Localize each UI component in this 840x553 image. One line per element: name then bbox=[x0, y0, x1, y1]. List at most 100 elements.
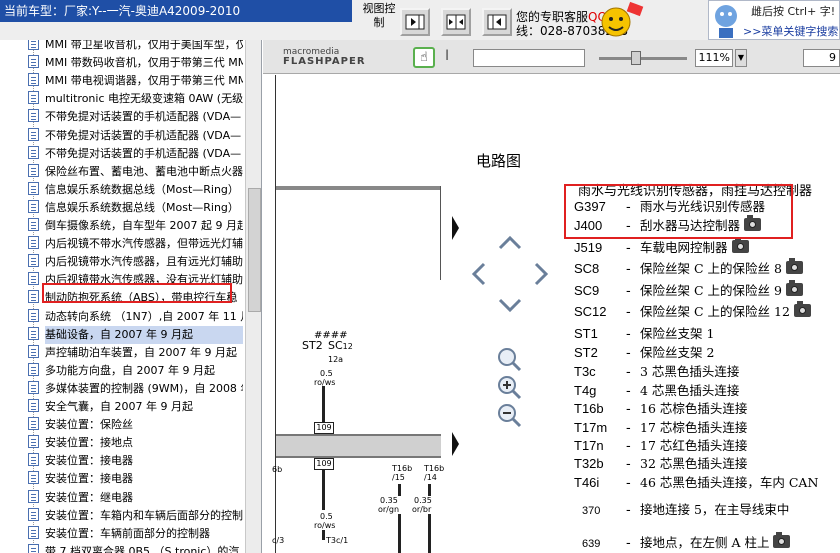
document-icon bbox=[28, 471, 39, 485]
find-input[interactable] bbox=[473, 49, 585, 67]
tree-item[interactable]: 动态转向系统 （1N7）,自 2007 年 11 月 bbox=[28, 308, 243, 326]
tree-item-label: 不带免提对话装置的手机适配器 (VDA— bbox=[45, 146, 242, 160]
legend-description: 46 芯黑色插头连接，车内 CAN bbox=[640, 475, 819, 490]
tree-item[interactable]: 带 7 档双离合器 0B5 （S tronic）的汽 bbox=[28, 543, 243, 553]
tree-scrollbar[interactable] bbox=[245, 40, 261, 553]
tree-item-label: 信息娱乐系统数据总线（Most—Ring） bbox=[45, 182, 239, 196]
diagram-fuse-box: 109 bbox=[314, 422, 334, 434]
tree-item[interactable]: 声控辅助泊车装置，自 2007 年 9 月起 bbox=[28, 344, 243, 362]
tree-item[interactable]: 内后视镜不带水汽传感器，但带远光灯辅助 bbox=[28, 235, 243, 253]
keyword-search-link[interactable]: >>菜单关键字搜索 bbox=[743, 23, 838, 39]
tree-item[interactable]: 倒车摄像系统，自车型年 2007 起 9 月起 bbox=[28, 217, 243, 235]
search-hint-box: 雌后按 Ctrl+ 字! >>菜单关键字搜索 bbox=[708, 0, 840, 40]
diagram-label: T16b /14 bbox=[424, 464, 445, 482]
collapse-right-button[interactable] bbox=[482, 8, 512, 36]
tree-item[interactable]: 不带免提对话装置的手机适配器 (VDA— bbox=[28, 145, 243, 163]
hand-tool-button[interactable]: ☝ bbox=[413, 47, 435, 68]
tree-item[interactable]: 安装位置：接电器 bbox=[28, 470, 243, 488]
tree-item[interactable]: 不带免提对话装置的手机适配器 (VDA— bbox=[28, 127, 243, 145]
text-select-button[interactable]: I bbox=[445, 48, 449, 64]
document-icon bbox=[28, 417, 39, 431]
diagram-label: T16b /15 bbox=[392, 464, 413, 482]
document-icon bbox=[28, 453, 39, 467]
legend-description: 车载电网控制器 bbox=[640, 240, 728, 255]
legend-code: ST2 bbox=[574, 345, 598, 360]
zoom-slider-knob[interactable] bbox=[631, 51, 641, 65]
tree-item-label: 声控辅助泊车装置，自 2007 年 9 月起 bbox=[45, 345, 237, 359]
tree-item[interactable]: 安全气囊，自 2007 年 9 月起 bbox=[28, 398, 243, 416]
page-edge-marker bbox=[452, 216, 459, 240]
zoom-reset-icon[interactable] bbox=[496, 346, 522, 372]
zoom-out-icon[interactable] bbox=[496, 402, 522, 428]
tree-item[interactable]: 安装位置：继电器 bbox=[28, 489, 243, 507]
pan-controls[interactable] bbox=[472, 234, 548, 314]
document-icon bbox=[28, 163, 39, 177]
tree-item-label: MMI 带卫星收音机，仅用于美国车型，仅 bbox=[45, 40, 243, 51]
legend-dash: - bbox=[626, 476, 631, 491]
camera-icon[interactable] bbox=[793, 301, 811, 317]
zoom-level-field[interactable]: 111% bbox=[695, 49, 733, 67]
legend-dash: - bbox=[626, 503, 631, 518]
camera-icon[interactable] bbox=[731, 237, 749, 253]
service-label: 您的专职客服 bbox=[516, 10, 589, 24]
legend-row: T16b -16 芯棕色插头连接 bbox=[574, 399, 747, 419]
camera-icon[interactable] bbox=[785, 258, 803, 274]
tree-item[interactable]: 基础设备，自 2007 年 9 月起 bbox=[28, 325, 243, 344]
tree-item[interactable]: 内后视镜带水汽传感器，且有远光灯辅助 bbox=[28, 253, 243, 271]
tree-item[interactable]: 安装位置：接地点 bbox=[28, 434, 243, 452]
tree-item[interactable]: 不带免提对话装置的手机适配器 (VDA— bbox=[28, 108, 243, 126]
tree-item[interactable]: 安装位置：车辆前面部分的控制器 bbox=[28, 525, 243, 543]
tree-item[interactable]: 安装位置：车箱内和车辆后面部分的控制 bbox=[28, 507, 243, 525]
legend-row: T4g -4 芯黑色插头连接 bbox=[574, 381, 739, 401]
tree-item-label: MMI 带电视调谐器，仅用于带第三代 MMI bbox=[45, 74, 243, 88]
tree-item[interactable]: multitronic 电控无级变速箱 0AW (无级 bbox=[28, 90, 243, 108]
tree-item[interactable]: 保险丝布置、蓄电池、蓄电池中断点火器 bbox=[28, 163, 243, 181]
legend-dash: - bbox=[626, 262, 631, 277]
tree-scrollbar-thumb[interactable] bbox=[248, 188, 261, 312]
tree-item[interactable]: MMI 带数码收音机，仅用于带第三代 MMI bbox=[28, 54, 243, 72]
diagram-label: 6b bbox=[272, 465, 283, 474]
tree-item[interactable]: 安装位置：接电器 bbox=[28, 452, 243, 470]
camera-icon[interactable] bbox=[785, 280, 803, 296]
legend-dash: - bbox=[626, 536, 631, 551]
page-number-field[interactable]: 9 bbox=[803, 49, 840, 67]
hint-text: 雌后按 Ctrl+ 字! bbox=[751, 5, 836, 18]
diagram-wire bbox=[428, 484, 431, 496]
legend-description: 接地连接 5，在主导线束中 bbox=[640, 502, 790, 517]
legend-row: T17m -17 芯棕色插头连接 bbox=[574, 418, 747, 438]
document-icon bbox=[28, 525, 39, 539]
camera-icon[interactable] bbox=[773, 532, 791, 548]
zoom-slider-track[interactable] bbox=[599, 57, 687, 60]
tree-item-label: multitronic 电控无级变速箱 0AW (无级 bbox=[45, 92, 243, 106]
legend-dash: - bbox=[626, 327, 631, 342]
legend-dash: - bbox=[626, 305, 631, 320]
zoom-in-icon[interactable] bbox=[496, 374, 522, 400]
legend-highlight-box bbox=[564, 184, 793, 239]
document-icon bbox=[28, 399, 39, 412]
legend-code: T3c bbox=[574, 364, 596, 379]
tree-item[interactable]: MMI 带卫星收音机，仅用于美国车型，仅 bbox=[28, 40, 243, 54]
document-icon bbox=[28, 254, 39, 268]
tree-item[interactable]: 安装位置：保险丝 bbox=[28, 416, 243, 434]
top-bar: 当前车型：厂家:Y--一汽-奥迪A42009-2010 视图控制 您的专职客服Q… bbox=[0, 0, 840, 40]
tree-item[interactable]: 多媒体装置的控制器 (9WM)，自 2008 年 bbox=[28, 380, 243, 398]
legend-description: 保险丝架 C 上的保险丝 12 bbox=[640, 304, 790, 319]
legend-row: 370 - 接地连接 5，在主导线束中 bbox=[574, 500, 789, 520]
tree-item[interactable]: MMI 带电视调谐器，仅用于带第三代 MMI bbox=[28, 72, 243, 90]
tree-item[interactable]: 信息娱乐系统数据总线（Most—Ring） bbox=[28, 181, 243, 199]
zoom-dropdown-button[interactable]: ▼ bbox=[735, 49, 747, 67]
tree-item-label: 不带免提对话装置的手机适配器 (VDA— bbox=[45, 110, 242, 124]
diagram-wire bbox=[398, 484, 401, 496]
split-view-button[interactable] bbox=[441, 8, 471, 36]
document-icon bbox=[28, 181, 39, 195]
collapse-left-button[interactable] bbox=[400, 8, 430, 36]
diagram-label: T3c/1 bbox=[326, 536, 349, 545]
tree-item[interactable]: 信息娱乐系统数据总线（Most—Ring） bbox=[28, 199, 243, 217]
diagram-wire bbox=[322, 530, 325, 540]
legend-description: 保险丝支架 1 bbox=[640, 326, 715, 341]
legend-description: 保险丝架 C 上的保险丝 9 bbox=[640, 283, 782, 298]
tree-item[interactable]: 多功能方向盘，自 2007 年 9 月起 bbox=[28, 362, 243, 380]
legend-code: T4g bbox=[574, 383, 597, 398]
legend-row: ST2 - 保险丝支架 2 bbox=[574, 343, 714, 363]
document-icon bbox=[28, 380, 39, 394]
